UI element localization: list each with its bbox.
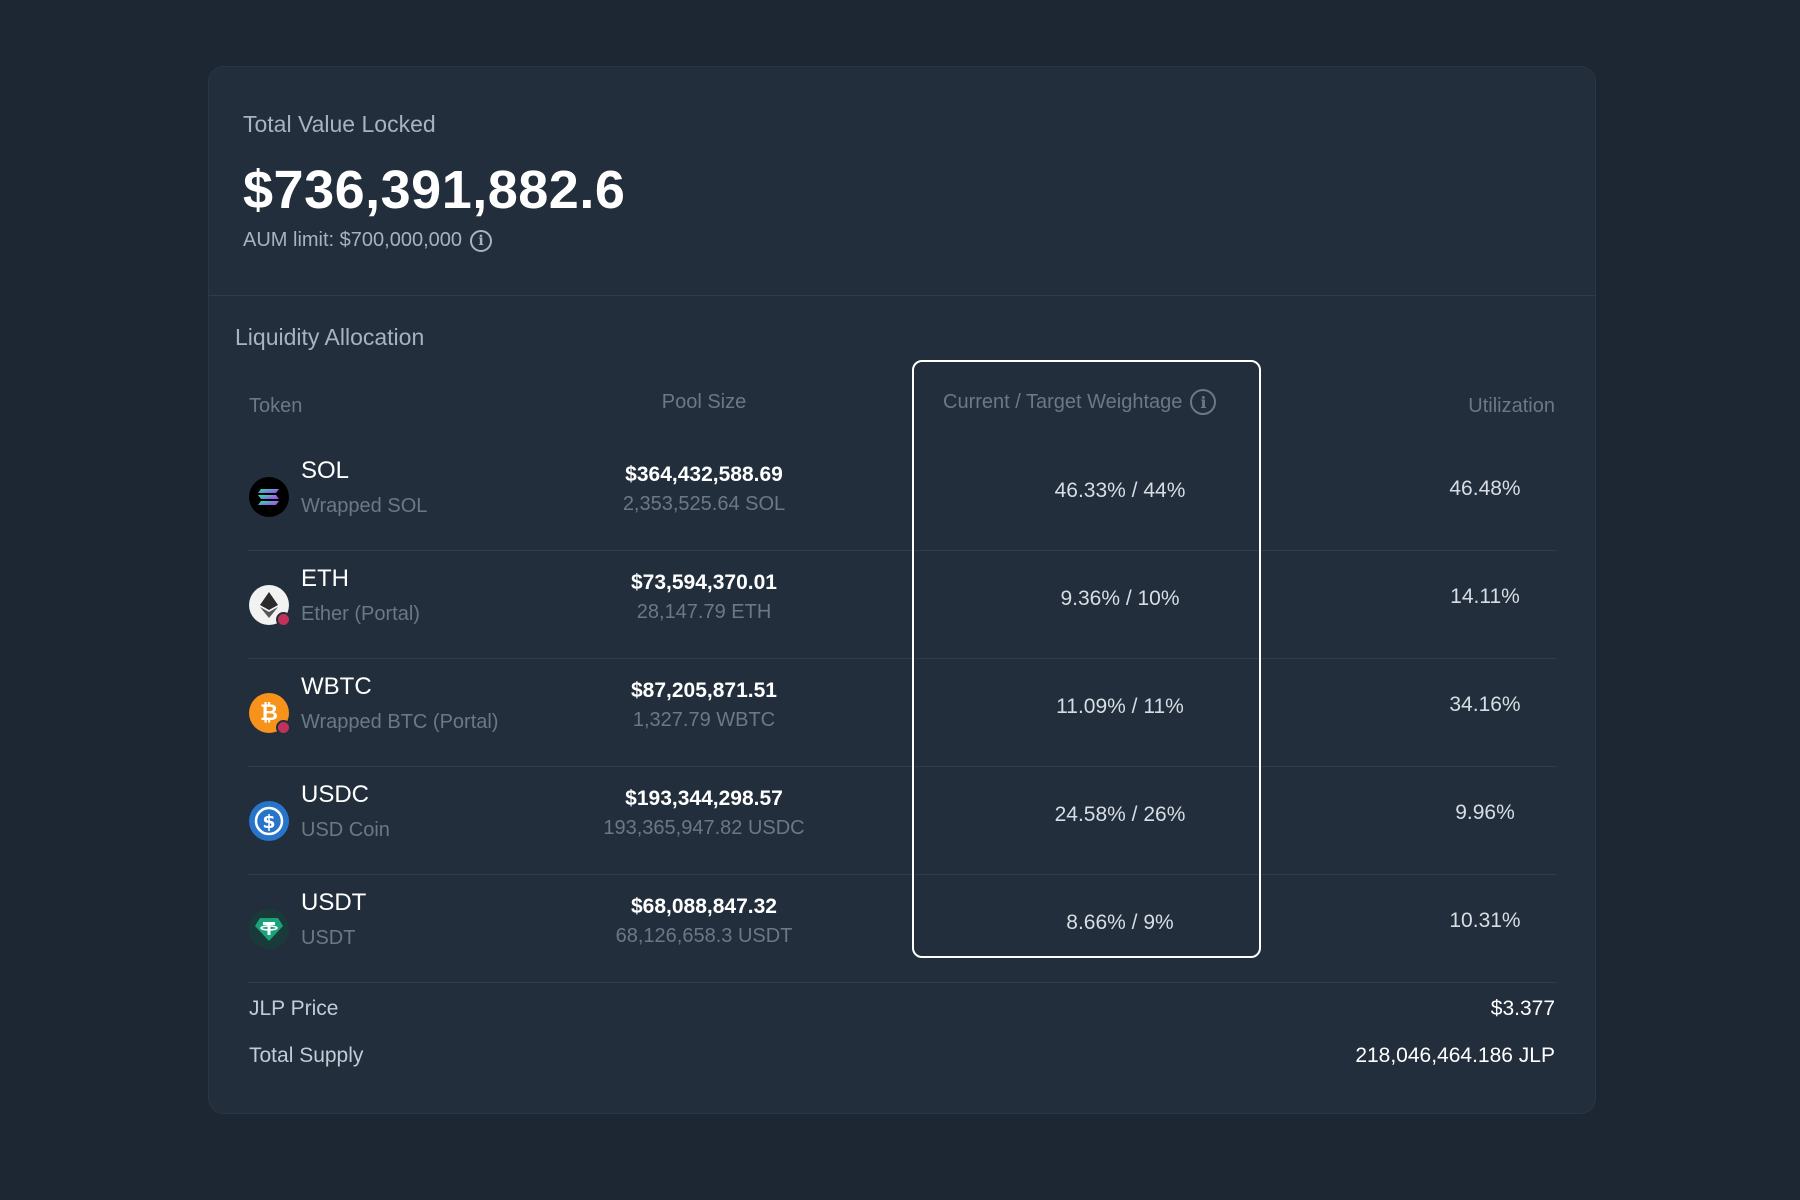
token-symbol: WBTC [301,673,372,700]
pool-size-column-header: Pool Size [661,391,747,413]
tvl-card: Total Value Locked $736,391,882.6 AUM li… [208,66,1596,1114]
weightage-value: 24.58% / 26% [1054,803,1186,826]
tvl-value: $736,391,882.6 [243,160,626,220]
token-name: USDT [301,927,356,949]
pool-size-amount: 2,353,525.64 SOL [622,493,786,515]
svg-text:$: $ [262,811,275,833]
btc-icon: ₿ [249,693,291,735]
pool-size-usd: $73,594,370.01 [631,571,777,594]
portal-badge-icon [276,612,291,627]
pool-size-amount: 1,327.79 WBTC [632,709,776,731]
table-row[interactable]: ETH Ether (Portal) $73,594,370.01 28,147… [247,551,1557,659]
token-symbol: SOL [301,457,350,484]
utilization-value: 46.48% [1449,477,1521,500]
aum-info-icon[interactable]: i [470,229,493,252]
sol-icon [249,477,289,517]
utilization-value: 10.31% [1449,909,1521,932]
token-name: USD Coin [301,819,390,841]
table-row[interactable]: $ USDC USD Coin $193,344,298.57 193,365,… [247,767,1557,875]
token-symbol: USDT [301,889,367,916]
table-row[interactable]: ₿ WBTC Wrapped BTC (Portal) $87,205,871.… [247,659,1557,767]
usdt-icon [249,909,289,949]
token-symbol: ETH [301,565,349,592]
pool-size-amount: 28,147.79 ETH [636,601,772,623]
token-name: Wrapped SOL [301,495,428,517]
utilization-value: 9.96% [1455,801,1515,824]
weightage-column-header: Current / Target Weightage i [943,389,1217,415]
aum-limit-text: AUM limit: $700,000,000 [243,229,463,251]
weightage-value: 8.66% / 9% [1066,911,1174,934]
aum-limit-row: AUM limit: $700,000,000 i [243,229,493,252]
pool-size-amount: 68,126,658.3 USDT [615,925,793,947]
total-supply-value: 218,046,464.186 JLP [1355,1044,1555,1067]
table-row[interactable]: USDT USDT $68,088,847.32 68,126,658.3 US… [247,875,1557,983]
token-column-header: Token [249,395,303,417]
pool-size-usd: $68,088,847.32 [631,895,777,918]
token-name: Ether (Portal) [301,603,420,625]
table-row[interactable]: SOL Wrapped SOL $364,432,588.69 2,353,52… [247,443,1557,551]
weightage-value: 11.09% / 11% [1056,695,1184,718]
liquidity-allocation-title: Liquidity Allocation [235,324,425,350]
usdc-icon: $ [249,801,289,841]
weightage-info-icon[interactable]: i [1190,389,1217,415]
jlp-price-label: JLP Price [249,997,339,1020]
utilization-value: 34.16% [1449,693,1521,716]
total-supply-label: Total Supply [249,1044,364,1067]
weightage-value: 9.36% / 10% [1060,587,1180,610]
token-symbol: USDC [301,781,370,808]
token-name: Wrapped BTC (Portal) [301,711,499,733]
utilization-value: 14.11% [1450,585,1520,608]
pool-size-usd: $193,344,298.57 [625,787,783,810]
tvl-section: Total Value Locked $736,391,882.6 AUM li… [209,67,1595,296]
pool-size-usd: $364,432,588.69 [625,463,783,486]
eth-icon [249,585,291,627]
allocation-table: SOL Wrapped SOL $364,432,588.69 2,353,52… [247,443,1557,983]
weightage-value: 46.33% / 44% [1054,479,1186,502]
utilization-column-header: Utilization [1468,395,1555,417]
jlp-price-value: $3.377 [1490,997,1555,1020]
portal-badge-icon [276,720,291,735]
pool-size-usd: $87,205,871.51 [631,679,777,702]
tvl-label: Total Value Locked [243,111,436,137]
pool-size-amount: 193,365,947.82 USDC [603,817,805,839]
weightage-header-label: Current / Target Weightage [943,390,1183,413]
